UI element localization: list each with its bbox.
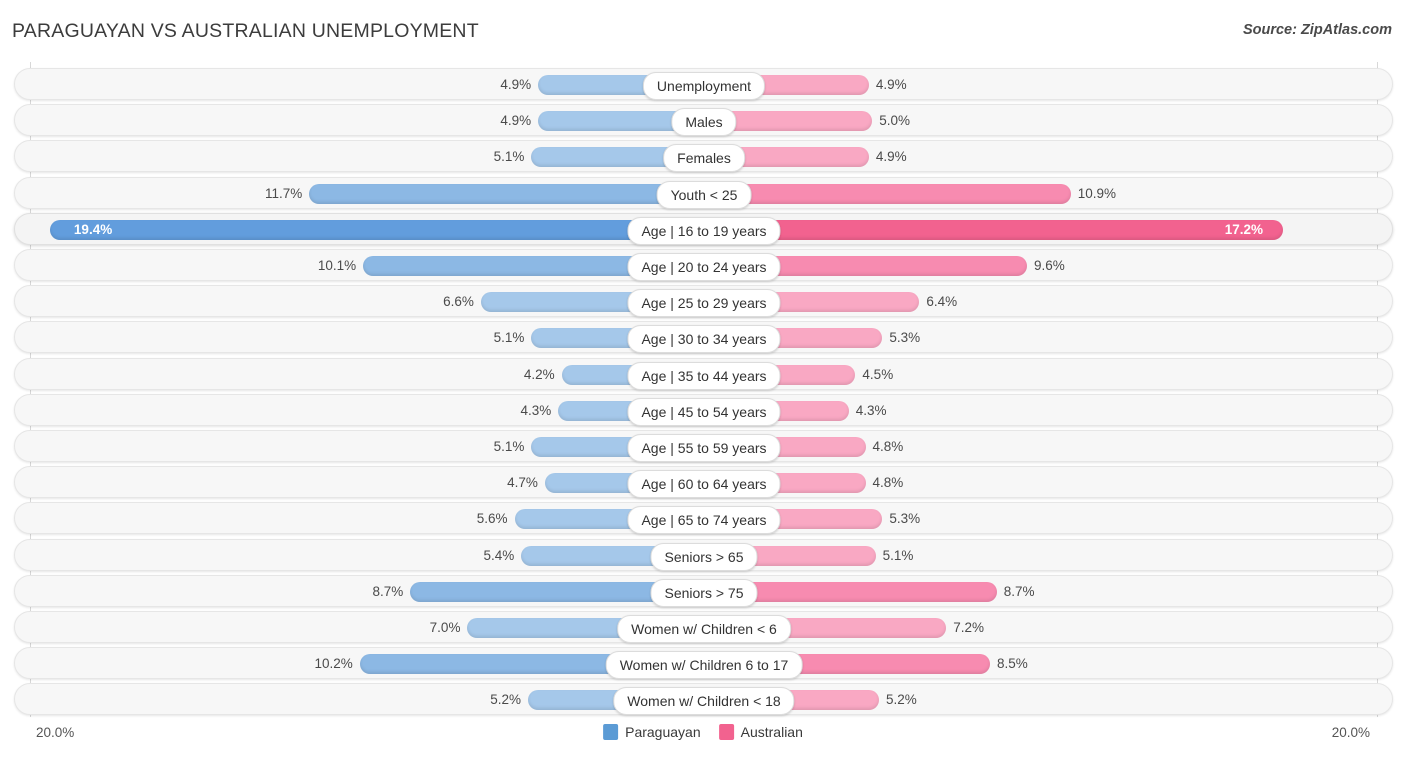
value-label-australian: 4.8% <box>872 439 904 454</box>
value-label-australian: 8.5% <box>997 656 1028 672</box>
value-label-paraguayan: 5.2% <box>490 692 522 708</box>
chart-row[interactable]: 8.7% 8.7% Seniors > 75 <box>14 574 1393 607</box>
value-label-paraguayan: 4.7% <box>507 475 538 491</box>
bar-paraguayan <box>309 183 703 204</box>
chart-row[interactable]: 7.0% 7.2% Women w/ Children < 6 <box>14 611 1393 643</box>
value-label-paraguayan: 4.9% <box>500 77 532 92</box>
value-label-australian: 4.9% <box>875 149 907 165</box>
chart-row[interactable]: 5.2% 5.2% Women w/ Children < 18 <box>14 683 1393 716</box>
row-category-label[interactable]: Age | 65 to 74 years <box>627 506 781 535</box>
legend-label-paraguayan: Paraguayan <box>625 724 701 740</box>
row-category-label[interactable]: Youth < 25 <box>656 180 752 209</box>
legend-label-australian: Australian <box>740 724 803 740</box>
row-category-label[interactable]: Women w/ Children 6 to 17 <box>605 651 803 680</box>
chart-row[interactable]: 5.1% 4.9% Females <box>14 140 1393 173</box>
value-label-paraguayan: 4.2% <box>523 366 555 382</box>
row-category-label[interactable]: Age | 45 to 54 years <box>627 397 781 426</box>
row-category-label[interactable]: Women w/ Children < 18 <box>613 687 795 716</box>
value-label-paraguayan: 4.3% <box>520 402 552 418</box>
value-label-australian: 5.0% <box>879 113 911 129</box>
chart-legend: Paraguayan Australian <box>603 724 803 740</box>
value-label-australian: 5.1% <box>882 547 914 563</box>
chart-plot-area: 4.9% 4.9% Unemployment 4.9% 5.0% Males 5.1% 4.9… <box>0 62 1406 717</box>
value-label-australian: 5.2% <box>885 692 917 708</box>
row-category-label[interactable]: Age | 55 to 59 years <box>627 434 781 462</box>
row-category-label[interactable]: Age | 35 to 44 years <box>627 361 781 390</box>
chart-row[interactable]: 4.7% 4.8% Age | 60 to 64 years <box>14 466 1393 499</box>
row-category-label[interactable]: Age | 16 to 19 years <box>627 216 781 245</box>
bar-australian <box>704 183 1071 204</box>
page-title: PARAGUAYAN VS AUSTRALIAN UNEMPLOYMENT <box>12 20 479 42</box>
chart-row[interactable]: 5.1% 4.8% Age | 55 to 59 years <box>14 430 1393 462</box>
source-attribution: Source: ZipAtlas.com <box>1242 22 1392 38</box>
value-label-australian: 17.2% <box>1224 221 1264 237</box>
value-label-paraguayan: 10.2% <box>314 656 353 672</box>
value-label-paraguayan: 5.1% <box>493 439 525 454</box>
row-category-label[interactable]: Age | 25 to 29 years <box>627 289 781 318</box>
value-label-australian: 4.8% <box>872 475 904 491</box>
value-label-paraguayan: 7.0% <box>429 620 461 635</box>
value-label-australian: 10.9% <box>1077 185 1117 201</box>
chart-row[interactable]: 5.6% 5.3% Age | 65 to 74 years <box>14 502 1393 535</box>
value-label-australian: 9.6% <box>1034 258 1065 273</box>
legend-item-paraguayan[interactable]: Paraguayan <box>603 724 701 740</box>
value-label-paraguayan: 10.1% <box>317 258 357 273</box>
value-label-australian: 7.2% <box>953 620 985 635</box>
chart-header: PARAGUAYAN VS AUSTRALIAN UNEMPLOYMENT So… <box>0 0 1406 62</box>
chart-row[interactable]: 10.2% 8.5% Women w/ Children 6 to 17 <box>14 647 1393 680</box>
row-category-label[interactable]: Seniors > 75 <box>650 578 758 607</box>
value-label-australian: 4.3% <box>855 402 887 418</box>
bar-australian <box>704 219 1283 240</box>
row-category-label[interactable]: Males <box>671 108 737 137</box>
legend-swatch-australian <box>718 724 734 740</box>
chart-row[interactable]: 4.9% 5.0% Males <box>14 104 1393 137</box>
value-label-australian: 6.4% <box>926 294 958 310</box>
value-label-paraguayan: 5.1% <box>493 330 525 346</box>
row-category-label[interactable]: Seniors > 65 <box>650 542 758 571</box>
value-label-australian: 4.9% <box>875 77 907 92</box>
chart-row[interactable]: 11.7% 10.9% Youth < 25 <box>14 176 1393 209</box>
bar-paraguayan <box>50 219 703 240</box>
row-category-label[interactable]: Age | 30 to 34 years <box>627 325 781 354</box>
chart-row[interactable]: 5.4% 5.1% Seniors > 65 <box>14 538 1393 571</box>
value-label-paraguayan: 8.7% <box>372 583 404 599</box>
value-label-australian: 4.5% <box>862 366 894 382</box>
row-category-label[interactable]: Women w/ Children < 6 <box>617 615 791 643</box>
value-label-australian: 8.7% <box>1003 583 1035 599</box>
value-label-paraguayan: 6.6% <box>443 294 474 310</box>
value-label-australian: 5.3% <box>889 330 921 346</box>
chart-row[interactable]: 6.6% 6.4% Age | 25 to 29 years <box>14 285 1393 318</box>
row-category-label[interactable]: Age | 20 to 24 years <box>627 253 781 281</box>
axis-tick-left: 20.0% <box>36 725 75 740</box>
chart-row[interactable]: 5.1% 5.3% Age | 30 to 34 years <box>14 321 1393 354</box>
chart-row[interactable]: 19.4% 17.2% Age | 16 to 19 years <box>14 212 1393 245</box>
value-label-paraguayan: 5.6% <box>476 511 508 527</box>
value-label-paraguayan: 19.4% <box>73 221 113 237</box>
legend-swatch-paraguayan <box>603 724 619 740</box>
chart-row[interactable]: 4.3% 4.3% Age | 45 to 54 years <box>14 393 1393 426</box>
legend-item-australian[interactable]: Australian <box>718 724 803 740</box>
axis-tick-right: 20.0% <box>1331 725 1370 740</box>
value-label-paraguayan: 5.1% <box>493 149 525 165</box>
value-label-australian: 5.3% <box>889 511 921 527</box>
chart-row[interactable]: 4.2% 4.5% Age | 35 to 44 years <box>14 357 1393 390</box>
value-label-paraguayan: 5.4% <box>483 547 515 563</box>
row-category-label[interactable]: Females <box>663 144 745 173</box>
chart-row[interactable]: 4.9% 4.9% Unemployment <box>14 68 1393 100</box>
row-category-label[interactable]: Unemployment <box>642 72 766 100</box>
value-label-paraguayan: 4.9% <box>500 113 532 129</box>
chart-footer: 20.0% 20.0% Paraguayan Australian <box>0 717 1406 757</box>
value-label-paraguayan: 11.7% <box>265 185 303 201</box>
chart-row[interactable]: 10.1% 9.6% Age | 20 to 24 years <box>14 249 1393 281</box>
row-category-label[interactable]: Age | 60 to 64 years <box>627 470 781 499</box>
